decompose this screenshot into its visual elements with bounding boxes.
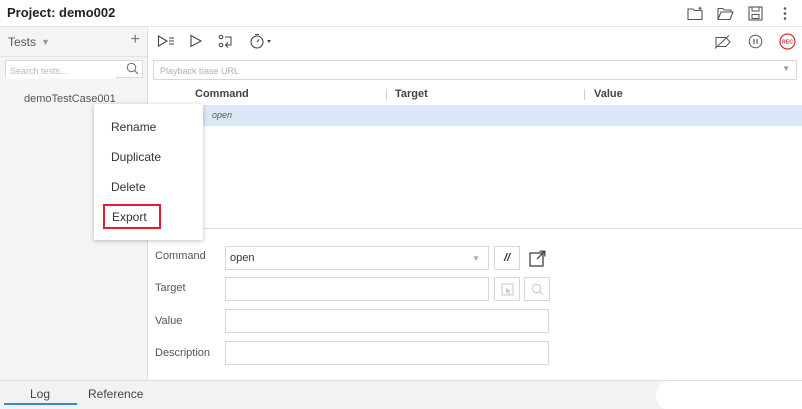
column-target: Target	[395, 88, 428, 100]
record-icon[interactable]: REC	[779, 33, 796, 55]
value-input[interactable]	[226, 310, 548, 332]
column-command: Command	[195, 88, 249, 100]
command-editor: Command ▼ // Target Value Description	[149, 228, 802, 380]
menu-item-duplicate[interactable]: Duplicate	[111, 150, 161, 164]
row-command-cell: open	[212, 110, 233, 120]
command-select: ▼	[225, 246, 489, 270]
speed-icon[interactable]	[249, 33, 273, 54]
chevron-down-icon[interactable]: ▼	[472, 254, 480, 263]
chevron-down-icon[interactable]: ▼	[782, 64, 790, 73]
search-icon[interactable]	[126, 62, 139, 80]
new-folder-icon[interactable]	[686, 4, 704, 22]
target-input[interactable]	[226, 278, 488, 300]
app-window: Project: demo002 Tests ▼ + Search tests.…	[0, 0, 802, 409]
chevron-down-icon[interactable]: ▼	[41, 37, 50, 47]
column-value: Value	[594, 88, 623, 100]
description-field	[225, 341, 549, 365]
description-label: Description	[155, 347, 211, 359]
column-divider[interactable]	[386, 89, 387, 100]
playback-toolbar: REC	[149, 27, 802, 57]
run-icon[interactable]	[189, 34, 203, 53]
menu-item-delete[interactable]: Delete	[111, 180, 146, 194]
open-reference-icon[interactable]	[524, 246, 550, 270]
more-vertical-icon[interactable]	[776, 4, 794, 22]
value-field	[225, 309, 549, 333]
base-url-field: ▼	[153, 60, 797, 80]
menu-item-export[interactable]: Export	[112, 210, 147, 224]
command-label: Command	[155, 250, 206, 262]
project-title: Project: demo002	[7, 5, 116, 20]
menu-item-rename[interactable]: Rename	[111, 120, 156, 134]
save-icon[interactable]	[746, 4, 764, 22]
command-table-header: Command Target Value	[149, 85, 802, 105]
bottom-panel-tabs: Log Reference	[0, 380, 802, 409]
tab-reference[interactable]: Reference	[88, 387, 143, 401]
bottom-right-area	[656, 381, 802, 409]
target-label: Target	[155, 282, 186, 294]
project-header: Project: demo002	[0, 0, 802, 27]
toolbar-right: REC	[714, 33, 796, 55]
command-input[interactable]	[226, 247, 488, 269]
tab-log[interactable]: Log	[30, 387, 50, 401]
run-all-icon[interactable]	[157, 34, 175, 53]
toolbar-left	[157, 33, 273, 54]
pause-icon[interactable]	[748, 34, 763, 54]
find-target-icon[interactable]	[524, 277, 550, 301]
export-highlight-box: Export	[103, 204, 161, 229]
select-target-icon[interactable]	[494, 277, 520, 301]
base-url-input[interactable]	[154, 62, 754, 80]
value-label: Value	[155, 315, 183, 327]
step-icon[interactable]	[217, 34, 235, 53]
tests-header: Tests ▼ +	[0, 27, 148, 57]
disable-breakpoints-icon[interactable]	[714, 34, 732, 54]
context-menu: Rename Duplicate Delete Export	[94, 104, 203, 240]
tests-dropdown[interactable]: Tests	[8, 35, 36, 49]
search-input[interactable]	[6, 63, 116, 79]
table-row[interactable]: open	[149, 105, 802, 126]
open-folder-icon[interactable]	[716, 4, 734, 22]
description-input[interactable]	[226, 342, 548, 364]
header-actions	[686, 4, 794, 22]
column-divider[interactable]	[584, 89, 585, 100]
active-tab-indicator	[4, 403, 77, 405]
target-field	[225, 277, 489, 301]
search-tests-field	[5, 60, 143, 80]
add-test-button[interactable]: +	[131, 31, 140, 49]
comment-toggle-button[interactable]: //	[494, 246, 520, 270]
record-label: REC	[782, 40, 793, 46]
